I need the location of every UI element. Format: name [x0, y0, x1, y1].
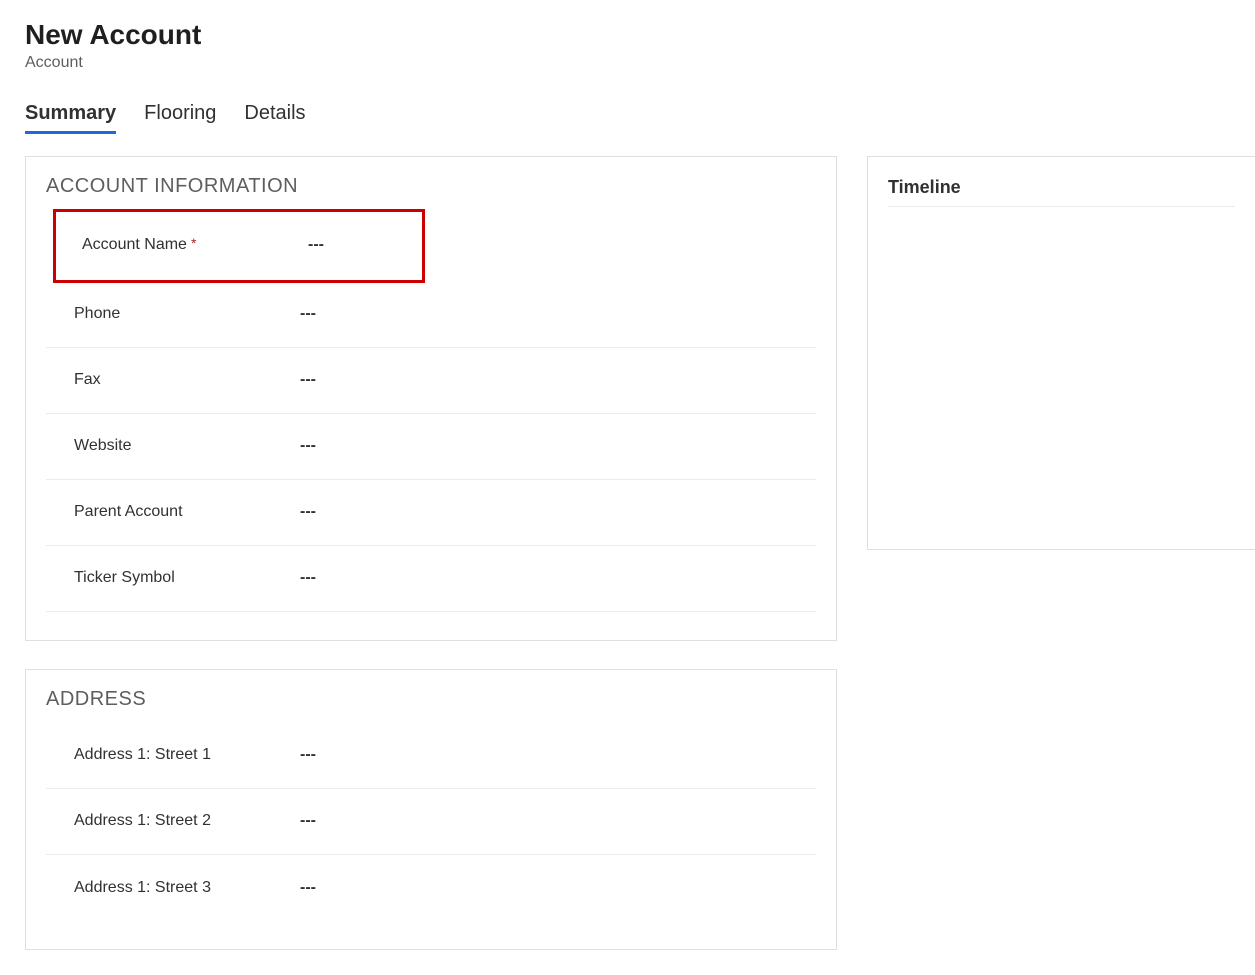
field-account-name[interactable]: Account Name * ---: [54, 210, 424, 282]
field-label: Fax: [74, 371, 270, 389]
field-label-text: Phone: [74, 305, 120, 323]
address-panel: ADDRESS Address 1: Street 1 --- Address …: [25, 669, 837, 950]
field-label-text: Fax: [74, 371, 101, 389]
field-label-text: Address 1: Street 2: [74, 812, 211, 830]
tab-bar: Summary Flooring Details: [25, 102, 1255, 134]
field-label: Website: [74, 437, 270, 455]
tab-summary[interactable]: Summary: [25, 102, 116, 134]
timeline-panel: Timeline: [867, 156, 1255, 550]
field-label-text: Address 1: Street 1: [74, 746, 211, 764]
field-value[interactable]: ---: [270, 503, 316, 521]
field-label: Ticker Symbol: [74, 569, 270, 587]
field-value[interactable]: ---: [278, 236, 324, 254]
page-subtitle: Account: [25, 54, 1255, 72]
timeline-title: Timeline: [888, 177, 1235, 207]
field-value[interactable]: ---: [270, 879, 316, 897]
field-phone[interactable]: Phone ---: [46, 282, 816, 348]
tab-flooring[interactable]: Flooring: [144, 102, 216, 134]
field-label: Phone: [74, 305, 270, 323]
field-address1-street3[interactable]: Address 1: Street 3 ---: [46, 855, 816, 921]
field-value[interactable]: ---: [270, 812, 316, 830]
field-label: Address 1: Street 1: [74, 746, 270, 764]
field-label-text: Parent Account: [74, 503, 183, 521]
field-fax[interactable]: Fax ---: [46, 348, 816, 414]
address-title: ADDRESS: [46, 688, 816, 711]
account-information-title: ACCOUNT INFORMATION: [46, 175, 816, 198]
account-information-panel: ACCOUNT INFORMATION Account Name * --- P…: [25, 156, 837, 641]
field-label: Parent Account: [74, 503, 270, 521]
field-label-text: Website: [74, 437, 132, 455]
field-parent-account[interactable]: Parent Account ---: [46, 480, 816, 546]
field-value[interactable]: ---: [270, 437, 316, 455]
field-label: Address 1: Street 2: [74, 812, 270, 830]
field-label: Address 1: Street 3: [74, 879, 270, 897]
field-value[interactable]: ---: [270, 569, 316, 587]
field-label-text: Address 1: Street 3: [74, 879, 211, 897]
page-title: New Account: [25, 18, 1255, 52]
field-address1-street1[interactable]: Address 1: Street 1 ---: [46, 723, 816, 789]
tab-details[interactable]: Details: [244, 102, 305, 134]
field-website[interactable]: Website ---: [46, 414, 816, 480]
field-value[interactable]: ---: [270, 746, 316, 764]
required-icon: *: [191, 235, 196, 251]
field-label: Account Name *: [82, 236, 278, 254]
field-value[interactable]: ---: [270, 371, 316, 389]
field-ticker-symbol[interactable]: Ticker Symbol ---: [46, 546, 816, 612]
field-value[interactable]: ---: [270, 305, 316, 323]
field-address1-street2[interactable]: Address 1: Street 2 ---: [46, 789, 816, 855]
field-label-text: Ticker Symbol: [74, 569, 175, 587]
field-label-text: Account Name: [82, 236, 187, 254]
